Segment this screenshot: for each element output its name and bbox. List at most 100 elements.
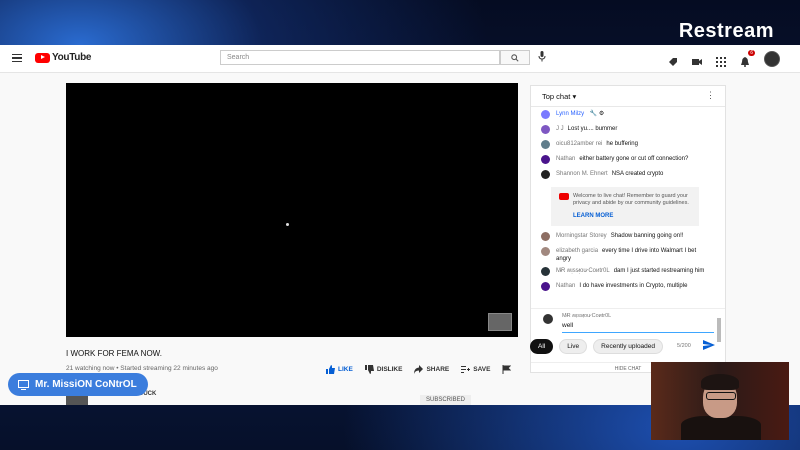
chat-avatar — [541, 232, 550, 241]
chat-text: either battery gone or cut off connectio… — [579, 156, 689, 162]
chat-avatar — [541, 247, 550, 256]
chat-message[interactable]: J J Lost yu.... bummer — [531, 123, 717, 138]
playlist-add-icon — [461, 366, 471, 373]
send-icon[interactable] — [703, 340, 715, 350]
create-video-icon[interactable] — [692, 54, 702, 65]
chat-author: Nathan — [556, 156, 576, 162]
chat-avatar — [541, 155, 550, 164]
chat-message-body: Nathan I do have investments in Crypto, m… — [556, 282, 687, 290]
chat-mode-dropdown[interactable]: Top chat ▾ — [542, 92, 576, 101]
chat-message[interactable]: Morningstar Storey Shadow banning going o… — [531, 230, 717, 245]
chat-message-body: Shannon M. Ehnert NSA created crypto — [556, 170, 663, 178]
character-counter: 5/200 — [677, 343, 691, 349]
share-button[interactable]: SHARE — [414, 365, 449, 374]
chat-message-body: J J Lost yu.... bummer — [556, 125, 617, 133]
video-meta: 21 watching now • Started streaming 22 m… — [66, 365, 218, 372]
filter-chip[interactable]: All — [530, 339, 554, 354]
chat-message[interactable]: Lynn Milzy 🔧 ⚙ — [531, 108, 717, 123]
chat-message-body: Lynn Milzy 🔧 ⚙ — [556, 110, 604, 118]
notifications-bell-icon[interactable]: 6 — [740, 50, 755, 67]
search-icon — [511, 54, 519, 62]
chat-avatar — [541, 282, 550, 291]
chat-avatar — [541, 140, 550, 149]
share-label: SHARE — [426, 366, 450, 373]
youtube-logo[interactable]: YouTube — [35, 52, 92, 63]
video-thumbnail-overlay — [488, 313, 512, 331]
chat-message-input[interactable]: well — [562, 322, 714, 333]
search-button[interactable] — [500, 50, 530, 65]
save-button[interactable]: SAVE — [461, 365, 490, 374]
chat-text: Lost yu.... bummer — [567, 126, 618, 132]
input-user-avatar — [543, 314, 553, 324]
microphone-icon[interactable] — [538, 51, 546, 62]
chat-author: Nathan — [556, 283, 576, 289]
share-icon — [414, 365, 424, 374]
chat-message[interactable]: Nathan either battery gone or cut off con… — [531, 153, 717, 168]
streamer-name-badge: Mr. MissiON CoNtrOL — [8, 373, 148, 396]
filter-chip[interactable]: Live — [559, 339, 588, 354]
video-actions: LIKE DISLIKE SHARE SAVE — [326, 365, 512, 374]
chat-avatar — [541, 170, 550, 179]
search-input[interactable]: Search — [220, 50, 500, 65]
chat-author: J J — [556, 126, 564, 132]
thumbs-down-icon — [364, 365, 374, 374]
chat-mode-label: Top chat — [542, 92, 571, 101]
notification-badge: 6 — [748, 50, 755, 56]
chat-text: dam I just started restreaming him — [613, 268, 705, 274]
more-options-icon[interactable]: ⋮ — [706, 90, 715, 101]
chat-avatar — [541, 125, 550, 134]
moderator-badge-icon: 🔧 ⚙ — [588, 111, 605, 117]
input-user-name: M̷R ʍᴉss̷ᴉou̷ Coᴎtr0L — [562, 313, 612, 319]
loading-dot — [286, 223, 289, 226]
chat-text: I do have investments in Crypto, multipl… — [579, 283, 688, 289]
chat-message[interactable]: oicu812amber rei he buffering — [531, 138, 717, 153]
filter-chips: All Live Recently uploaded — [530, 339, 664, 354]
channel-avatar[interactable] — [66, 395, 88, 405]
header-icons: 6 — [668, 50, 780, 67]
chat-message[interactable]: elizabeth garcia every time I drive into … — [531, 245, 717, 265]
chat-message-body: Nathan either battery gone or cut off con… — [556, 155, 688, 163]
chat-messages: Lynn Milzy 🔧 ⚙ J J Lost yu.... bummer oicu8… — [531, 108, 717, 304]
chat-message[interactable]: Nathan I do have investments in Crypto, m… — [531, 280, 717, 295]
chat-text: NSA created crypto — [611, 171, 664, 177]
chat-message-body: oicu812amber rei he buffering — [556, 140, 638, 148]
chat-message-body: Morningstar Storey Shadow banning going o… — [556, 232, 683, 240]
save-label: SAVE — [473, 366, 491, 373]
youtube-wordmark: YouTube — [52, 52, 92, 63]
chat-author: Lynn Milzy — [556, 111, 585, 117]
user-avatar[interactable] — [764, 51, 780, 67]
thumbs-up-icon — [326, 365, 335, 374]
filter-chip[interactable]: Recently uploaded — [593, 339, 664, 354]
chat-message-body: M̷R ʍᴉss̷ᴉou̷ Coᴎtr0L dam I just started … — [556, 267, 704, 275]
chat-author: Shannon M. Ehnert — [556, 171, 608, 177]
youtube-icon — [559, 193, 569, 200]
monitor-icon — [18, 379, 29, 390]
chat-avatar — [541, 110, 550, 119]
chat-author: elizabeth garcia — [556, 248, 599, 254]
chat-message[interactable]: Shannon M. Ehnert NSA created crypto — [531, 168, 717, 183]
chat-text: Shadow banning going on!! — [610, 233, 684, 239]
dislike-label: DISLIKE — [376, 366, 403, 373]
apps-grid-icon[interactable] — [716, 54, 726, 67]
chat-message-body: elizabeth garcia every time I drive into … — [556, 247, 707, 263]
chat-message[interactable]: M̷R ʍᴉss̷ᴉou̷ Coᴎtr0L dam I just started … — [531, 265, 717, 280]
browser-screen: YouTube Search 6 I WORK FOR FEMA NOW. 21… — [0, 45, 800, 405]
tag-icon[interactable] — [668, 54, 678, 66]
dislike-button[interactable]: DISLIKE — [364, 365, 403, 374]
flag-icon — [502, 365, 512, 374]
chat-author: M̷R ʍᴉss̷ᴉou̷ Coᴎtr0L — [556, 268, 610, 274]
chat-text: he buffering — [606, 141, 638, 147]
hamburger-menu-icon[interactable] — [12, 54, 22, 63]
learn-more-link[interactable]: LEARN MORE — [573, 213, 691, 220]
chat-avatar — [541, 267, 550, 276]
video-player[interactable] — [66, 83, 518, 337]
chat-author: Morningstar Storey — [556, 233, 607, 239]
chat-welcome-notice: Welcome to live chat! Remember to guard … — [551, 187, 699, 226]
youtube-play-icon — [35, 52, 50, 63]
chat-header: Top chat ▾ ⋮ — [531, 86, 725, 107]
subscribe-button[interactable]: SUBSCRIBED — [420, 395, 472, 405]
live-chat-panel: Top chat ▾ ⋮ Lynn Milzy 🔧 ⚙ J J Lost yu...… — [530, 85, 726, 373]
like-button[interactable]: LIKE — [326, 365, 353, 374]
youtube-header: YouTube Search 6 — [0, 45, 800, 73]
report-flag-button[interactable] — [502, 365, 512, 374]
